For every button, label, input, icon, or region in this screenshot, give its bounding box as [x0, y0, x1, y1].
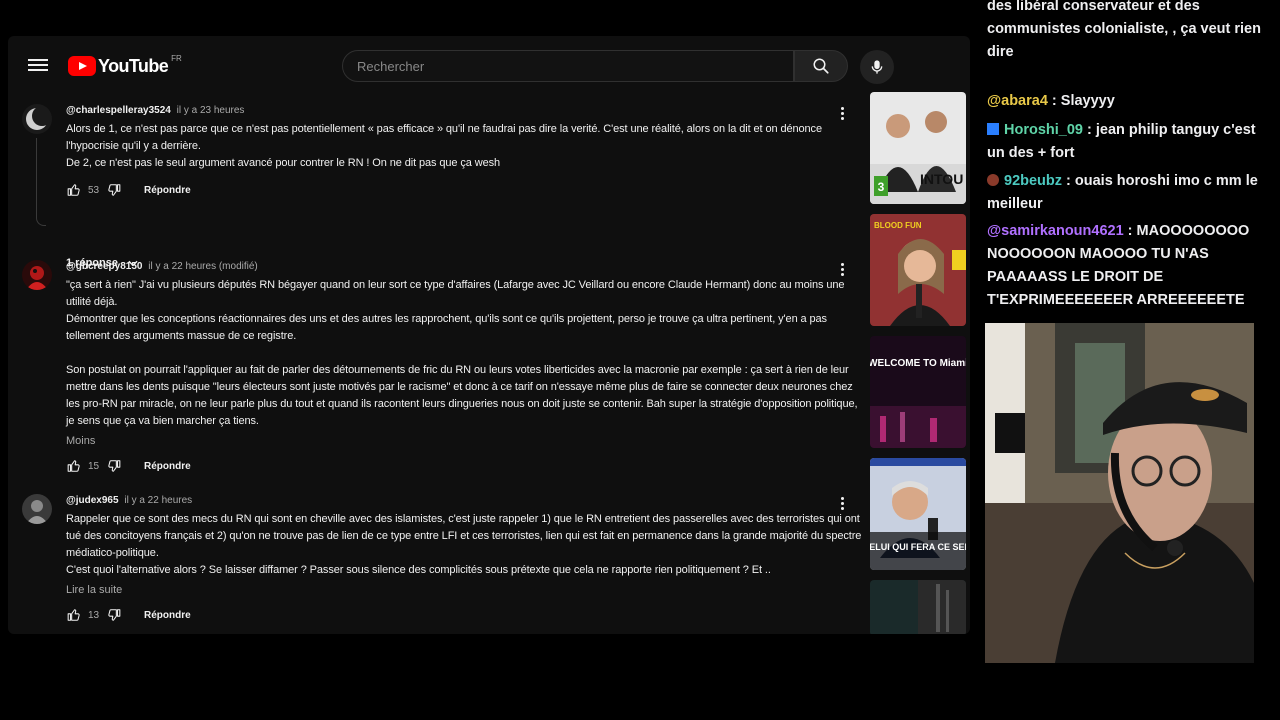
chat-message: @samirkanoun4621 : MAOOOOOOOO NOOOOOON M…	[987, 220, 1272, 312]
chat-message: 92beubz : ouais horoshi imo c mm le meil…	[987, 170, 1272, 216]
avatar[interactable]	[22, 260, 52, 290]
comment-body: @gbcreepy8150 il y a 22 heures (modifié)…	[66, 260, 866, 476]
logo-text: YouTube	[98, 56, 169, 76]
avatar[interactable]	[22, 104, 52, 134]
video-thumbnail[interactable]: 3 INTOU	[870, 92, 966, 204]
video-thumbnail[interactable]: WELCOME TO Miami	[870, 336, 966, 448]
like-icon[interactable]	[66, 607, 82, 623]
stream-chat: des libéral conservateur et des communis…	[980, 0, 1280, 320]
comment-paragraph: Alors de 1, ce n'est pas parce que ce n'…	[66, 123, 822, 152]
search-button[interactable]	[794, 50, 848, 82]
more-options-icon[interactable]	[834, 494, 850, 512]
age-rating-badge: 3	[878, 180, 885, 194]
comment-thread: @charlespelleray3524 il y a 23 heures Al…	[22, 104, 860, 274]
chat-username[interactable]: 92beubz	[1004, 173, 1062, 189]
thumbnail-caption: WELCOME TO Miami	[870, 358, 966, 369]
read-more-button[interactable]: Lire la suite	[66, 583, 866, 597]
comment-paragraph	[66, 345, 866, 362]
comment-author[interactable]: @charlespelleray3524	[66, 105, 171, 116]
dislike-icon[interactable]	[106, 458, 122, 474]
logo-country-code: FR	[171, 54, 182, 63]
reply-button[interactable]: Répondre	[144, 185, 191, 196]
youtube-play-icon	[68, 56, 96, 76]
subscriber-badge-icon	[987, 174, 999, 186]
masthead: YouTube FR	[8, 36, 970, 96]
like-icon[interactable]	[66, 182, 82, 198]
comment-paragraph: C'est quoi l'alternative alors ? Se lais…	[66, 564, 771, 576]
comment-time[interactable]: il y a 22 heures (modifié)	[148, 261, 258, 272]
voice-search-button[interactable]	[860, 50, 894, 84]
comment-text: Alors de 1, ce n'est pas parce que ce n'…	[66, 121, 866, 172]
chat-message: des libéral conservateur et des communis…	[987, 0, 1272, 64]
show-less-button[interactable]: Moins	[66, 434, 866, 448]
chat-message: Horoshi_09 : jean philip tanguy c'est un…	[987, 119, 1272, 165]
video-thumbnail[interactable]	[870, 580, 966, 634]
like-icon[interactable]	[66, 458, 82, 474]
comment-time[interactable]: il y a 22 heures	[124, 495, 192, 506]
reply-button[interactable]: Répondre	[144, 461, 191, 472]
menu-icon[interactable]	[28, 56, 48, 76]
thumbnail-caption: BLOOD FUN	[874, 221, 922, 230]
comment-header: @charlespelleray3524 il y a 23 heures	[66, 104, 866, 117]
chat-username[interactable]: Horoshi_09	[1004, 122, 1083, 138]
like-count: 13	[88, 609, 100, 621]
youtube-logo[interactable]: YouTube FR	[68, 54, 182, 78]
dislike-icon[interactable]	[106, 607, 122, 623]
video-thumbnail[interactable]: BLOOD FUN	[870, 214, 966, 326]
thumbnail-caption: "CELUI QUI FERA CE SERA	[870, 542, 966, 552]
comment-paragraph: Son postulat on pourrait l'appliquer au …	[66, 364, 858, 427]
chat-username[interactable]: @samirkanoun4621	[987, 223, 1124, 239]
search-icon	[813, 58, 829, 74]
video-thumbnail[interactable]: "CELUI QUI FERA CE SERA	[870, 458, 966, 570]
comment-paragraph: Rappeler que ce sont des mecs du RN qui …	[66, 513, 862, 559]
comment-time[interactable]: il y a 23 heures	[177, 105, 245, 116]
comment-paragraph: Démontrer que les conceptions réactionna…	[66, 313, 827, 342]
thread-line	[36, 138, 46, 226]
comment-paragraph: De 2, ce n'est pas le seul argument avan…	[66, 157, 501, 169]
comment-author[interactable]: @judex965	[66, 495, 119, 506]
more-options-icon[interactable]	[834, 260, 850, 278]
chat-message-text: : Slayyyy	[1047, 93, 1115, 109]
youtube-window: YouTube FR @charlespelleray3524 il y a 2…	[8, 36, 970, 634]
comment-header: @gbcreepy8150 il y a 22 heures (modifié)	[66, 260, 866, 273]
webcam-image	[985, 323, 1254, 663]
comment-body: @charlespelleray3524 il y a 23 heures Al…	[66, 104, 866, 200]
comment-thread: @judex965 il y a 22 heures Rappeler que …	[22, 494, 861, 634]
comment-text: "ça sert à rien" J'ai vu plusieurs déput…	[66, 277, 866, 430]
comment-body: @judex965 il y a 22 heures Rappeler que …	[66, 494, 866, 625]
like-count: 15	[88, 460, 100, 472]
comment-paragraph: "ça sert à rien" J'ai vu plusieurs déput…	[66, 279, 845, 308]
microphone-icon	[871, 60, 883, 74]
comment-actions: 53 Répondre	[66, 180, 866, 200]
thumbnail-caption: INTOU	[920, 171, 963, 187]
comment-thread: @gbcreepy8150 il y a 22 heures (modifié)…	[22, 260, 860, 480]
more-options-icon[interactable]	[834, 104, 850, 122]
comment-author[interactable]: @gbcreepy8150	[66, 261, 142, 272]
subscriber-badge-icon	[987, 123, 999, 135]
chat-message-text: des libéral conservateur et des communis…	[987, 0, 1261, 60]
chat-username[interactable]: @abara4	[987, 93, 1048, 109]
comment-actions: 15 Répondre	[66, 456, 866, 476]
like-count: 53	[88, 184, 100, 196]
comment-actions: 13 Répondre	[66, 605, 866, 625]
comment-header: @judex965 il y a 22 heures	[66, 494, 866, 507]
search-input[interactable]	[357, 51, 793, 81]
dislike-icon[interactable]	[106, 182, 122, 198]
chat-message: @abara4 : Slayyyy	[987, 90, 1272, 113]
avatar[interactable]	[22, 494, 52, 524]
search-box	[342, 50, 794, 82]
reply-button[interactable]: Répondre	[144, 610, 191, 621]
webcam-feed	[985, 323, 1254, 663]
comment-text: Rappeler que ce sont des mecs du RN qui …	[66, 511, 866, 579]
